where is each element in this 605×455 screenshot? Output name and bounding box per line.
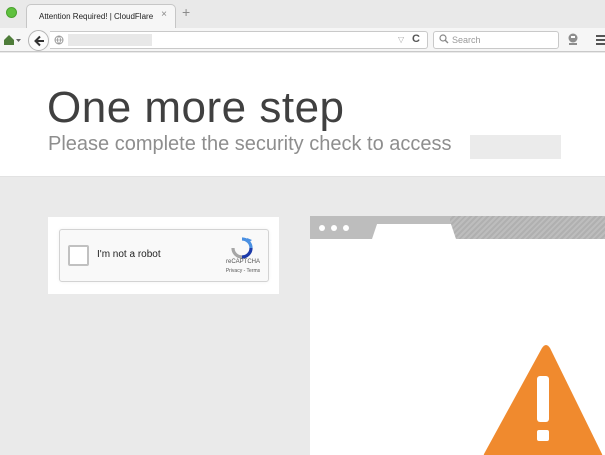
new-tab-button[interactable]: + [182, 4, 190, 20]
reload-icon[interactable]: C [412, 33, 420, 45]
back-button[interactable] [28, 30, 49, 51]
tab-bar: Attention Required! | CloudFlare × + [0, 0, 605, 28]
not-a-robot-checkbox[interactable] [68, 245, 89, 266]
globe-icon [54, 35, 64, 45]
close-tab-icon[interactable]: × [161, 9, 167, 20]
illustration-dot-icon [319, 225, 325, 231]
url-dropmarker-icon[interactable]: ▽ [398, 35, 404, 44]
captcha-label: I'm not a robot [97, 249, 161, 260]
home-icon[interactable] [2, 33, 22, 47]
recaptcha-privacy-terms-link[interactable]: Privacy - Terms [220, 268, 266, 274]
page-header: One more step Please complete the securi… [0, 53, 605, 177]
illustration-tab [372, 224, 456, 239]
search-icon [439, 34, 449, 44]
window-control-icon[interactable] [6, 7, 17, 18]
tab-attention-required[interactable]: Attention Required! | CloudFlare × [26, 4, 176, 28]
illustration-dot-icon [343, 225, 349, 231]
address-bar[interactable]: ▽ C [50, 31, 428, 49]
hamburger-menu-icon[interactable] [596, 35, 605, 47]
back-arrow-icon [34, 35, 44, 47]
search-placeholder: Search [452, 35, 481, 45]
illustration-dot-icon [331, 225, 337, 231]
browser-illustration [310, 216, 605, 455]
warning-triangle-icon [483, 345, 603, 455]
url-text [68, 34, 152, 46]
page-subtitle: Please complete the security check to ac… [48, 133, 452, 155]
illustration-window-frame [310, 216, 605, 239]
site-name [470, 135, 561, 159]
illustration-window-body [310, 239, 605, 455]
search-input[interactable]: Search [433, 31, 559, 49]
recaptcha-widget: I'm not a robot reCAPTCHA Privacy - Term… [59, 229, 269, 282]
navigation-bar: ▽ C Search [0, 28, 605, 52]
extension-icon[interactable] [566, 32, 580, 47]
captcha-container: I'm not a robot reCAPTCHA Privacy - Term… [48, 217, 279, 294]
tab-title: Attention Required! | CloudFlare [39, 12, 154, 21]
recaptcha-logo-icon [231, 237, 253, 259]
page-title: One more step [47, 83, 345, 132]
recaptcha-brand: reCAPTCHA [225, 259, 260, 265]
